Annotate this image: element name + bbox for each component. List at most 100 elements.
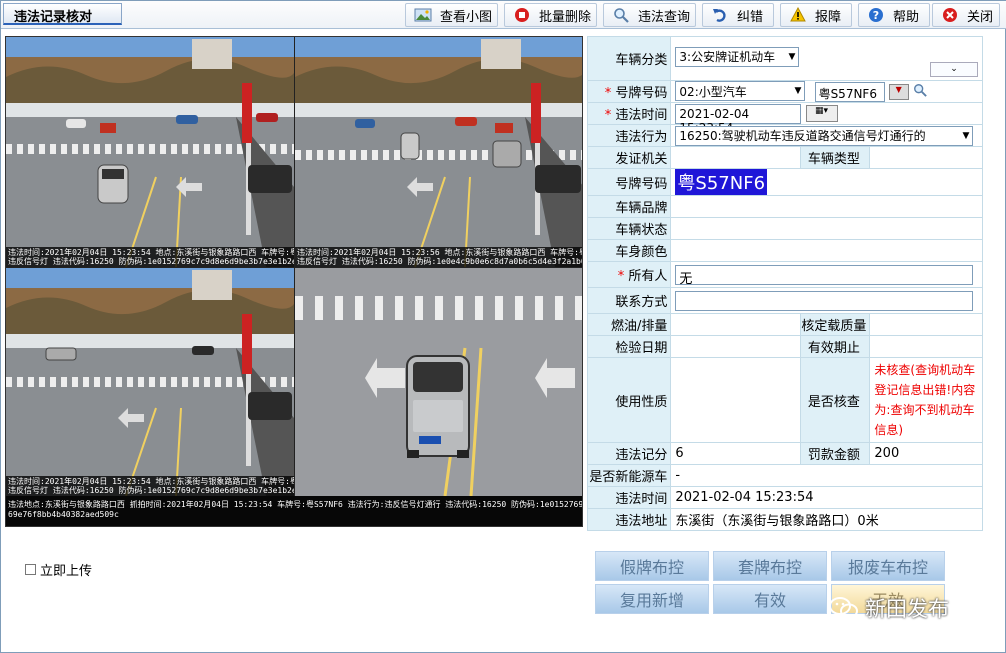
issuing-authority-value: [670, 146, 802, 169]
report-fault-label: 报障: [815, 9, 842, 25]
calendar-icon[interactable]: ▦▾: [805, 105, 838, 122]
chevron-down-icon: ▼: [962, 130, 970, 141]
undo-icon: [711, 6, 729, 24]
upload-now-option[interactable]: 立即上传: [25, 560, 92, 579]
expand-button[interactable]: ⌄: [930, 62, 978, 77]
photo-1[interactable]: 违法时间:2021年02月04日 15:23:54 地点:东溪街与银象路路口西 …: [6, 37, 294, 267]
keyboard-icon[interactable]: ▼: [888, 84, 909, 100]
fine-label: 罚款金额: [800, 442, 871, 465]
fuel-value: [670, 313, 802, 336]
photo-1-caption-2: 违反信号灯 违法代码:16250 防伪码:1e0152769c7c9d8e6d9…: [8, 257, 294, 266]
batch-delete-label: 批量删除: [539, 9, 592, 25]
violation-act-label: 违法行为: [586, 124, 672, 147]
photo-3[interactable]: 违法时间:2021年02月04日 15:23:54 地点:东溪街与银象路路口西 …: [6, 268, 294, 496]
violation-time-input-label: * 违法时间: [586, 102, 672, 125]
app-window: 违法记录核对 查看小图 批量删除 违法查询 纠错 报障 ? 帮助 关闭 违法时间…: [0, 0, 1006, 653]
close-icon: [941, 6, 959, 24]
inspection-date-label: 检验日期: [586, 335, 672, 358]
scrapped-vehicle-button[interactable]: 报废车布控: [831, 551, 945, 581]
reuse-new-button[interactable]: 复用新增: [595, 584, 709, 614]
batch-delete-button[interactable]: 批量删除: [504, 3, 597, 27]
photo-closeup[interactable]: [295, 268, 582, 496]
valid-button[interactable]: 有效: [713, 584, 827, 614]
help-label: 帮助: [893, 9, 920, 25]
photo-2-caption-1: 违法时间:2021年02月04日 15:23:56 地点:东溪街与银象路路口西 …: [297, 248, 582, 257]
chevron-down-icon: ▼: [788, 51, 796, 62]
search-icon: [612, 6, 630, 24]
report-fault-button[interactable]: 报障: [780, 3, 852, 27]
body-color-label: 车身颜色: [586, 239, 672, 262]
bottom-caption-2: 69e76f8bb4b40382aed509c: [8, 510, 119, 519]
contact-label: 联系方式: [586, 287, 672, 314]
warning-icon: [789, 6, 807, 24]
delete-icon: [513, 6, 531, 24]
violation-time-label: 违法时间: [586, 486, 672, 509]
vehicle-category-select[interactable]: 3:公安牌证机动车 ▼: [675, 46, 800, 67]
view-thumbnail-label: 查看小图: [440, 9, 493, 25]
plate-number-label: 号牌号码: [586, 168, 672, 196]
status-value: [670, 217, 983, 240]
fine-value: 200: [869, 442, 983, 465]
upload-now-label: 立即上传: [40, 564, 93, 579]
fuel-label: 燃油/排量: [586, 313, 672, 336]
cloned-plate-button[interactable]: 套牌布控: [713, 551, 827, 581]
evidence-photos[interactable]: 违法时间:2021年02月04日 15:23:54 地点:东溪街与银象路路口西 …: [5, 36, 583, 527]
photo-3-caption-1: 违法时间:2021年02月04日 15:23:54 地点:东溪街与银象路路口西 …: [8, 477, 294, 486]
inspection-date-value: [670, 335, 802, 358]
status-label: 车辆状态: [586, 217, 672, 240]
plate-type-select[interactable]: 02:小型汽车 ▼: [675, 81, 806, 101]
fake-plate-button[interactable]: 假牌布控: [595, 551, 709, 581]
photo-1-caption-1: 违法时间:2021年02月04日 15:23:54 地点:东溪街与银象路路口西 …: [8, 248, 294, 257]
page-title-tab[interactable]: 违法记录核对: [3, 3, 122, 25]
close-label: 关闭: [967, 9, 994, 25]
valid-until-value: [869, 335, 983, 358]
usage-value: [670, 357, 802, 443]
verified-value: 未核查(查询机动车登记信息出错!内容为:查询不到机动车信息): [874, 363, 976, 437]
vehicle-type-label: 车辆类型: [800, 146, 871, 169]
violation-act-select[interactable]: 16250:驾驶机动车违反道路交通信号灯通行的 ▼: [675, 125, 974, 146]
photo-2[interactable]: 违法时间:2021年02月04日 15:23:56 地点:东溪街与银象路路口西 …: [295, 37, 583, 267]
view-thumbnail-button[interactable]: 查看小图: [405, 3, 498, 27]
vehicle-type-value: [869, 146, 983, 169]
brand-label: 车辆品牌: [586, 195, 672, 218]
close-button[interactable]: 关闭: [932, 3, 1000, 27]
plate-number-value: 粤S57NF6: [675, 169, 768, 195]
toolbar: 违法记录核对 查看小图 批量删除 违法查询 纠错 报障 ? 帮助 关闭: [1, 1, 1006, 29]
photo-3-caption-2: 违反信号灯 违法代码:16250 防伪码:1e0152769c7c9d8e6d9…: [8, 486, 294, 495]
violation-time-input[interactable]: 2021-02-04 15:23:54: [675, 103, 802, 135]
points-label: 违法记分: [586, 442, 672, 465]
rated-load-label: 核定载质量: [800, 313, 871, 336]
wechat-icon: [829, 596, 859, 620]
search-icon[interactable]: [913, 83, 927, 101]
upload-now-checkbox[interactable]: [25, 564, 36, 575]
correct-error-button[interactable]: 纠错: [702, 3, 774, 27]
body-color-value: [670, 239, 983, 262]
violation-query-label: 违法查询: [638, 9, 691, 25]
violation-time-value: 2021-02-04 15:23:54: [670, 486, 983, 509]
watermark-text: 新田发布: [865, 597, 949, 621]
help-icon: ?: [867, 6, 885, 24]
valid-until-label: 有效期止: [800, 335, 871, 358]
violation-address-value: 东溪街（东溪街与银象路路口）0米: [670, 508, 983, 531]
contact-input[interactable]: [675, 290, 974, 311]
new-energy-value: -: [670, 464, 983, 487]
vehicle-category-label: 车辆分类: [586, 36, 672, 81]
owner-input[interactable]: 无: [675, 264, 974, 287]
help-button[interactable]: ? 帮助: [858, 3, 930, 27]
usage-label: 使用性质: [586, 357, 672, 443]
brand-value: [670, 195, 983, 218]
photo-2-caption-2: 违反信号灯 违法代码:16250 防伪码:1e0e4c9b0e6c8d7a0b6…: [297, 257, 583, 266]
points-value: 6: [670, 442, 802, 465]
chevron-down-icon: ▼: [794, 86, 802, 96]
new-energy-label: 是否新能源车: [586, 464, 672, 487]
svg-text:?: ?: [873, 9, 879, 22]
violation-query-button[interactable]: 违法查询: [603, 3, 696, 27]
plate-input[interactable]: 粤S57NF6: [814, 82, 885, 102]
violation-address-label: 违法地址: [586, 508, 672, 531]
plate-type-label: * 号牌号码: [586, 80, 672, 103]
issuing-authority-label: 发证机关: [586, 146, 672, 169]
owner-label: * 所有人: [586, 261, 672, 288]
correct-error-label: 纠错: [737, 9, 764, 25]
rated-load-value: [869, 313, 983, 336]
bottom-caption-1: 违法地点:东溪街与银象路路口西 抓拍时间:2021年02月04日 15:23:5…: [8, 500, 582, 509]
